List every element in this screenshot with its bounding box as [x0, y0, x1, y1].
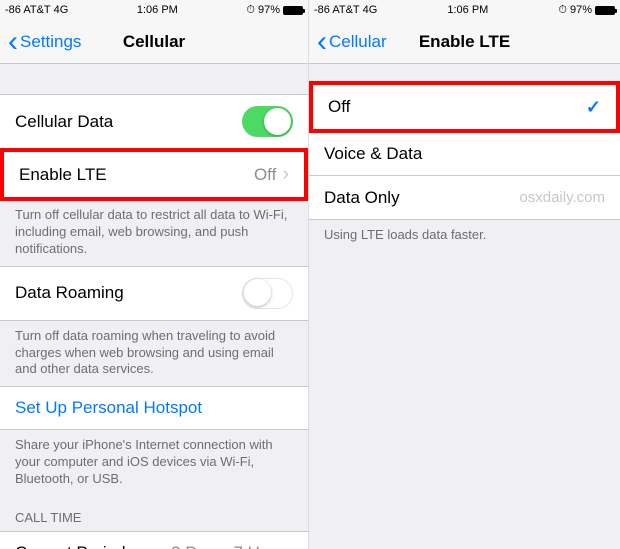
page-title: Cellular	[123, 32, 185, 52]
current-period-label: Current Period	[15, 543, 171, 549]
screen-enable-lte: -86 AT&T 4G 1:06 PM ⏱ 97% Cellular Enabl…	[309, 0, 620, 549]
screen-cellular: -86 AT&T 4G 1:06 PM ⏱ 97% Settings Cellu…	[0, 0, 309, 549]
option-off[interactable]: Off ✓	[313, 85, 616, 129]
option-data-only[interactable]: Data Only osxdaily.com	[309, 176, 620, 220]
cellular-data-note: Turn off cellular data to restrict all d…	[0, 200, 308, 266]
chevron-right-icon: ›	[282, 163, 289, 186]
data-roaming-toggle[interactable]	[242, 278, 293, 309]
enable-lte-label: Enable LTE	[19, 165, 254, 185]
data-roaming-note: Turn off data roaming when traveling to …	[0, 321, 308, 387]
enable-lte-value: Off	[254, 165, 276, 185]
back-button-cellular[interactable]: Cellular	[317, 32, 387, 52]
status-bar: -86 AT&T 4G 1:06 PM ⏱ 97%	[0, 0, 308, 20]
row-personal-hotspot[interactable]: Set Up Personal Hotspot	[0, 386, 308, 430]
personal-hotspot-label: Set Up Personal Hotspot	[15, 398, 293, 418]
cellular-data-toggle[interactable]	[242, 106, 293, 137]
row-enable-lte[interactable]: Enable LTE Off ›	[4, 152, 304, 197]
alarm-icon: ⏱	[246, 4, 255, 17]
network-type: 4G	[363, 4, 378, 16]
cellular-data-label: Cellular Data	[15, 112, 242, 132]
nav-bar: Settings Cellular	[0, 20, 308, 64]
lte-footer: Using LTE loads data faster.	[309, 220, 620, 252]
battery-percent: 97%	[570, 4, 592, 16]
call-time-header: CALL TIME	[0, 496, 308, 531]
hotspot-note: Share your iPhone's Internet connection …	[0, 430, 308, 496]
carrier-signal: -86 AT&T	[314, 4, 360, 16]
status-time: 1:06 PM	[137, 4, 178, 16]
status-time: 1:06 PM	[447, 4, 488, 16]
network-type: 4G	[54, 4, 69, 16]
alarm-icon: ⏱	[558, 4, 567, 17]
status-bar: -86 AT&T 4G 1:06 PM ⏱ 97%	[309, 0, 620, 20]
checkmark-icon: ✓	[586, 97, 601, 118]
nav-bar: Cellular Enable LTE	[309, 20, 620, 64]
option-voice-data[interactable]: Voice & Data	[309, 132, 620, 176]
voice-data-label: Voice & Data	[324, 144, 605, 164]
battery-icon	[595, 6, 615, 15]
carrier-signal: -86 AT&T	[5, 4, 51, 16]
highlight-enable-lte: Enable LTE Off ›	[0, 148, 308, 201]
highlight-off-option: Off ✓	[309, 81, 620, 133]
battery-percent: 97%	[258, 4, 280, 16]
page-title: Enable LTE	[419, 32, 510, 52]
back-button-settings[interactable]: Settings	[8, 32, 81, 52]
battery-icon	[283, 6, 303, 15]
watermark: osxdaily.com	[519, 189, 605, 206]
row-cellular-data[interactable]: Cellular Data	[0, 94, 308, 149]
row-current-period[interactable]: Current Period 3 Days, 7 Hours	[0, 531, 308, 549]
off-label: Off	[328, 97, 586, 117]
data-only-label: Data Only	[324, 188, 519, 208]
data-roaming-label: Data Roaming	[15, 283, 242, 303]
row-data-roaming[interactable]: Data Roaming	[0, 266, 308, 321]
current-period-value: 3 Days, 7 Hours	[171, 543, 293, 549]
